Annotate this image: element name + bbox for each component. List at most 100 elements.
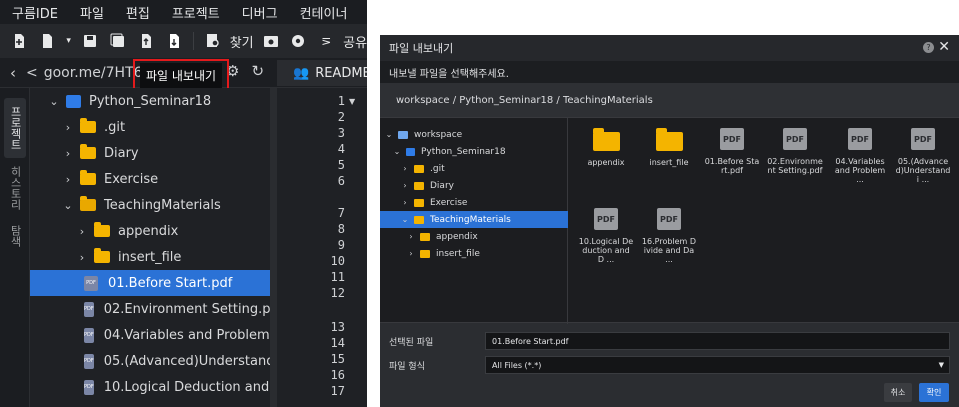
folder-icon [414, 164, 424, 173]
dtree-item-label: insert_file [436, 248, 480, 259]
editor-tab-readme[interactable]: 👥 README.m [277, 60, 367, 86]
pdf-file-icon: PDF [911, 128, 935, 150]
tree-item-label: 10.Logical Deduction and Dat [103, 379, 270, 395]
dtree-item-git[interactable]: › .git [380, 160, 568, 177]
dtree-item-diary[interactable]: › Diary [380, 177, 568, 194]
chevron-right-icon: › [65, 120, 71, 134]
dtree-item-appendix[interactable]: › appendix [380, 228, 568, 245]
line-number: 11 [330, 270, 345, 284]
project-url[interactable]: < goor.me/7HT6 [26, 65, 143, 81]
tree-item-exercise[interactable]: › Exercise [30, 166, 270, 192]
vtab-history[interactable]: 히스토리 [4, 166, 26, 210]
pdf-file-icon: PDF [657, 208, 681, 230]
grid-item-label: 01.Before Start.pdf [704, 157, 760, 175]
tree-item-git[interactable]: › .git [30, 114, 270, 140]
dropdown-arrow-icon: ▼ [938, 361, 944, 369]
grid-item-pdf-05[interactable]: PDF 05.(Advanced)Understandi ... [895, 128, 951, 184]
project-icon [406, 147, 415, 156]
toolbar: ▾ 찾기 ⋝ 공유 [0, 24, 367, 58]
dtree-item-exercise[interactable]: › Exercise [380, 194, 568, 211]
tree-item-pdf-10[interactable]: PDF 10.Logical Deduction and Dat [30, 374, 270, 400]
menu-file[interactable]: 파일 [68, 3, 114, 22]
save-all-icon[interactable] [107, 30, 129, 52]
ide-window: 구름IDE 파일 편집 프로젝트 디버그 컨테이너 ▾ 찾기 ⋝ 공유 ‹ < … [0, 0, 367, 407]
tree-item-diary[interactable]: › Diary [30, 140, 270, 166]
tree-item-teachingmaterials[interactable]: ⌄ TeachingMaterials [30, 192, 270, 218]
cancel-button[interactable]: 취소 [884, 383, 912, 402]
tree-item-pdf-04[interactable]: PDF 04.Variables and Problem De [30, 322, 270, 348]
file-type-select[interactable]: All Files (*.*) ▼ [485, 356, 950, 374]
collapse-chevron-icon[interactable]: ‹ [0, 64, 26, 82]
selected-file-input[interactable]: 01.Before Start.pdf [485, 332, 950, 350]
line-number: 13 [330, 320, 345, 334]
save-icon[interactable] [80, 30, 102, 52]
menu-container[interactable]: 컨테이너 [288, 3, 358, 22]
menu-project[interactable]: 프로젝트 [160, 3, 230, 22]
close-icon[interactable]: ✕ [938, 39, 950, 55]
dtree-item-teachingmaterials[interactable]: ⌄ TeachingMaterials [380, 211, 568, 228]
dtree-item-workspace[interactable]: ⌄ workspace [380, 126, 568, 143]
export-tooltip: 파일 내보내기 [139, 63, 223, 88]
tree-item-insert-file[interactable]: › insert_file [30, 244, 270, 270]
find-label[interactable]: 찾기 [230, 32, 254, 51]
dtree-item-insert-file[interactable]: › insert_file [380, 245, 568, 262]
import-file-icon[interactable] [135, 30, 157, 52]
grid-item-pdf-01[interactable]: PDF 01.Before Start.pdf [704, 128, 760, 175]
tree-item-pdf-02[interactable]: PDF 02.Environment Setting.pdf [30, 296, 270, 322]
chevron-right-icon: › [79, 250, 85, 264]
file-type-row: 파일 형식 All Files (*.*) ▼ [380, 353, 959, 377]
pane-splitter[interactable] [270, 88, 277, 407]
chevron-right-icon: › [65, 146, 71, 160]
line-number: 4 [337, 142, 345, 156]
line-number: 2 [337, 110, 345, 124]
grid-item-pdf-16[interactable]: PDF 16.Problem Divide and Da ... [641, 208, 697, 264]
export-file-dialog: 파일 내보내기 ? ✕ 내보낼 파일을 선택해주세요. workspace / … [380, 35, 959, 407]
refresh-icon[interactable]: ↻ [251, 62, 264, 80]
gear-icon[interactable] [287, 30, 309, 52]
dtree-item-label: workspace [414, 129, 463, 140]
find-icon[interactable] [202, 30, 224, 52]
grid-item-label: 10.Logical Deduction and D ... [578, 237, 634, 264]
project-url-text: goor.me/7HT6 [43, 64, 143, 81]
chevron-right-icon: › [79, 224, 85, 238]
line-number: 12 [330, 286, 345, 300]
chevron-right-icon: › [403, 164, 407, 173]
export-file-icon[interactable] [163, 30, 185, 52]
fold-arrow-icon[interactable]: ▼ [349, 97, 355, 106]
folder-icon [94, 222, 110, 237]
line-number: 9 [337, 238, 345, 252]
vtab-project[interactable]: 프로젝트 [4, 98, 26, 158]
dropdown-caret-icon[interactable]: ▾ [64, 30, 74, 52]
chevron-down-icon: ⌄ [393, 147, 401, 156]
tree-item-pdf-01[interactable]: PDF 01.Before Start.pdf [30, 270, 270, 296]
tree-item-label: TeachingMaterials [104, 197, 221, 213]
grid-item-pdf-10[interactable]: PDF 10.Logical Deduction and D ... [578, 208, 634, 264]
tree-item-label: Exercise [104, 171, 159, 187]
folder-icon [80, 170, 96, 185]
ok-button[interactable]: 확인 [919, 383, 949, 402]
grid-item-appendix[interactable]: appendix [578, 128, 634, 167]
menu-edit[interactable]: 편집 [114, 3, 160, 22]
grid-item-pdf-02[interactable]: PDF 02.Environment Setting.pdf [767, 128, 823, 175]
new-file-icon[interactable] [36, 30, 58, 52]
folder-icon [420, 249, 430, 258]
menu-goorm-ide[interactable]: 구름IDE [0, 3, 68, 22]
tree-item-project[interactable]: ⌄ Python_Seminar18 [30, 88, 270, 114]
menu-debug[interactable]: 디버그 [230, 3, 288, 22]
search-folder-icon[interactable] [260, 30, 282, 52]
toolbar-divider [192, 32, 194, 50]
grid-item-pdf-04[interactable]: PDF 04.Variables and Problem ... [832, 128, 888, 184]
help-icon[interactable]: ? [923, 42, 934, 53]
grid-item-insert-file[interactable]: insert_file [641, 128, 697, 167]
tree-item-appendix[interactable]: › appendix [30, 218, 270, 244]
line-number: 14 [330, 336, 345, 350]
share-icon[interactable]: ⋝ [315, 30, 337, 52]
project-icon [66, 94, 81, 108]
vtab-explore[interactable]: 탐색 [4, 218, 26, 254]
tree-item-pdf-05[interactable]: PDF 05.(Advanced)Understanding [30, 348, 270, 374]
new-project-icon[interactable] [8, 30, 30, 52]
line-number: 5 [337, 158, 345, 172]
dtree-item-project[interactable]: ⌄ Python_Seminar18 [380, 143, 568, 160]
tree-item-label: Python_Seminar18 [89, 93, 212, 109]
share-label[interactable]: 공유 [343, 32, 367, 51]
